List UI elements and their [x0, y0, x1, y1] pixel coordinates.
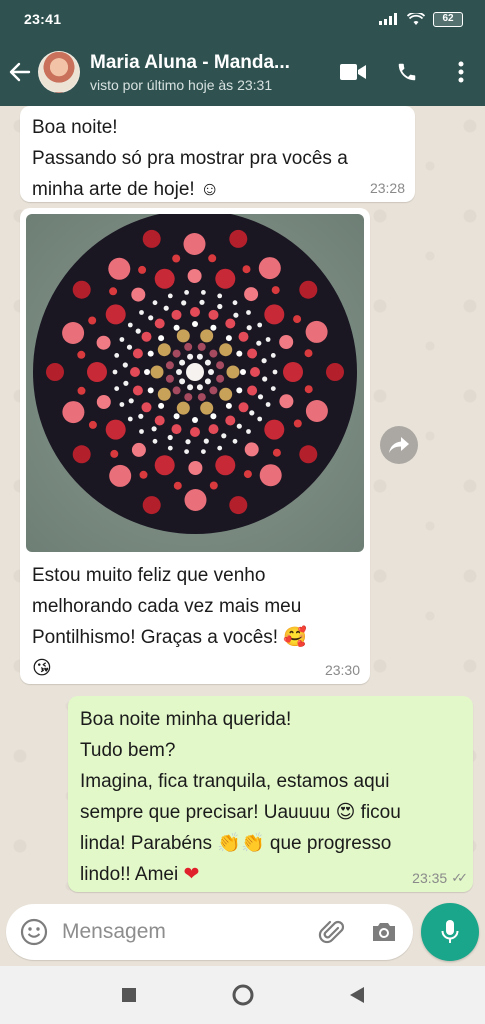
- back-nav-button[interactable]: [340, 978, 374, 1012]
- message-time: 23:30: [324, 662, 360, 678]
- wifi-icon: [407, 12, 425, 25]
- circle-icon: [232, 984, 253, 1006]
- home-button[interactable]: [226, 978, 260, 1012]
- message-text: Boa noite minha querida! Tudo bem? Imagi…: [80, 709, 401, 885]
- emoji-button[interactable]: [20, 918, 48, 946]
- more-options-button[interactable]: [447, 58, 475, 86]
- attach-button[interactable]: [317, 917, 347, 947]
- phone-icon: [398, 63, 416, 81]
- camera-icon: [373, 923, 395, 941]
- avatar[interactable]: [38, 51, 80, 93]
- message-time: 23:28: [369, 180, 405, 196]
- message-composer[interactable]: Mensagem: [6, 904, 413, 960]
- voice-record-button[interactable]: [421, 903, 479, 961]
- mandala-dot-art-photo[interactable]: [26, 214, 364, 552]
- last-seen-status: visto por último hoje às 23:31: [90, 76, 273, 93]
- video-call-button[interactable]: [339, 58, 367, 86]
- camera-button[interactable]: [369, 917, 399, 947]
- status-icons: 62: [379, 11, 463, 27]
- message-text: Boa noite! Passando só pra mostrar pra v…: [32, 117, 348, 200]
- message-incoming[interactable]: Boa noite! Passando só pra mostrar pra v…: [20, 106, 415, 202]
- chat-header: Maria Aluna - Manda... visto por último …: [0, 38, 485, 106]
- voice-call-button[interactable]: [393, 58, 421, 86]
- heart-emoji: ❤: [183, 864, 200, 885]
- triangle-left-icon: [349, 987, 364, 1003]
- arrow-left-icon: [9, 62, 31, 82]
- message-input[interactable]: Mensagem: [62, 920, 295, 944]
- message-outgoing[interactable]: Boa noite minha querida! Tudo bem? Imagi…: [68, 696, 473, 892]
- chat-area[interactable]: Boa noite! Passando só pra mostrar pra v…: [0, 106, 485, 902]
- more-vertical-icon: [458, 61, 464, 83]
- battery-icon: 62: [433, 11, 463, 27]
- signal-icon: [379, 13, 397, 25]
- paperclip-icon: [318, 920, 345, 944]
- smiley-icon: [20, 918, 48, 946]
- message-text: Estou muito feliz que venho melhorando c…: [32, 565, 307, 679]
- forward-button[interactable]: [380, 426, 418, 464]
- video-camera-icon: [340, 64, 366, 80]
- microphone-icon: [441, 920, 459, 943]
- contact-name: Maria Aluna - Manda...: [90, 51, 290, 73]
- recents-button[interactable]: [112, 978, 146, 1012]
- system-navigation-bar: [0, 966, 485, 1024]
- contact-info[interactable]: Maria Aluna - Manda... visto por último …: [90, 52, 320, 93]
- status-bar: 23:41 62: [0, 0, 485, 38]
- message-incoming-image[interactable]: Estou muito feliz que venho melhorando c…: [20, 208, 370, 684]
- double-check-icon: ✓✓: [451, 870, 468, 885]
- forward-icon: [389, 437, 409, 453]
- status-time: 23:41: [24, 11, 62, 27]
- message-time: 23:35: [412, 870, 448, 886]
- square-icon: [121, 988, 136, 1002]
- back-button[interactable]: [2, 38, 38, 106]
